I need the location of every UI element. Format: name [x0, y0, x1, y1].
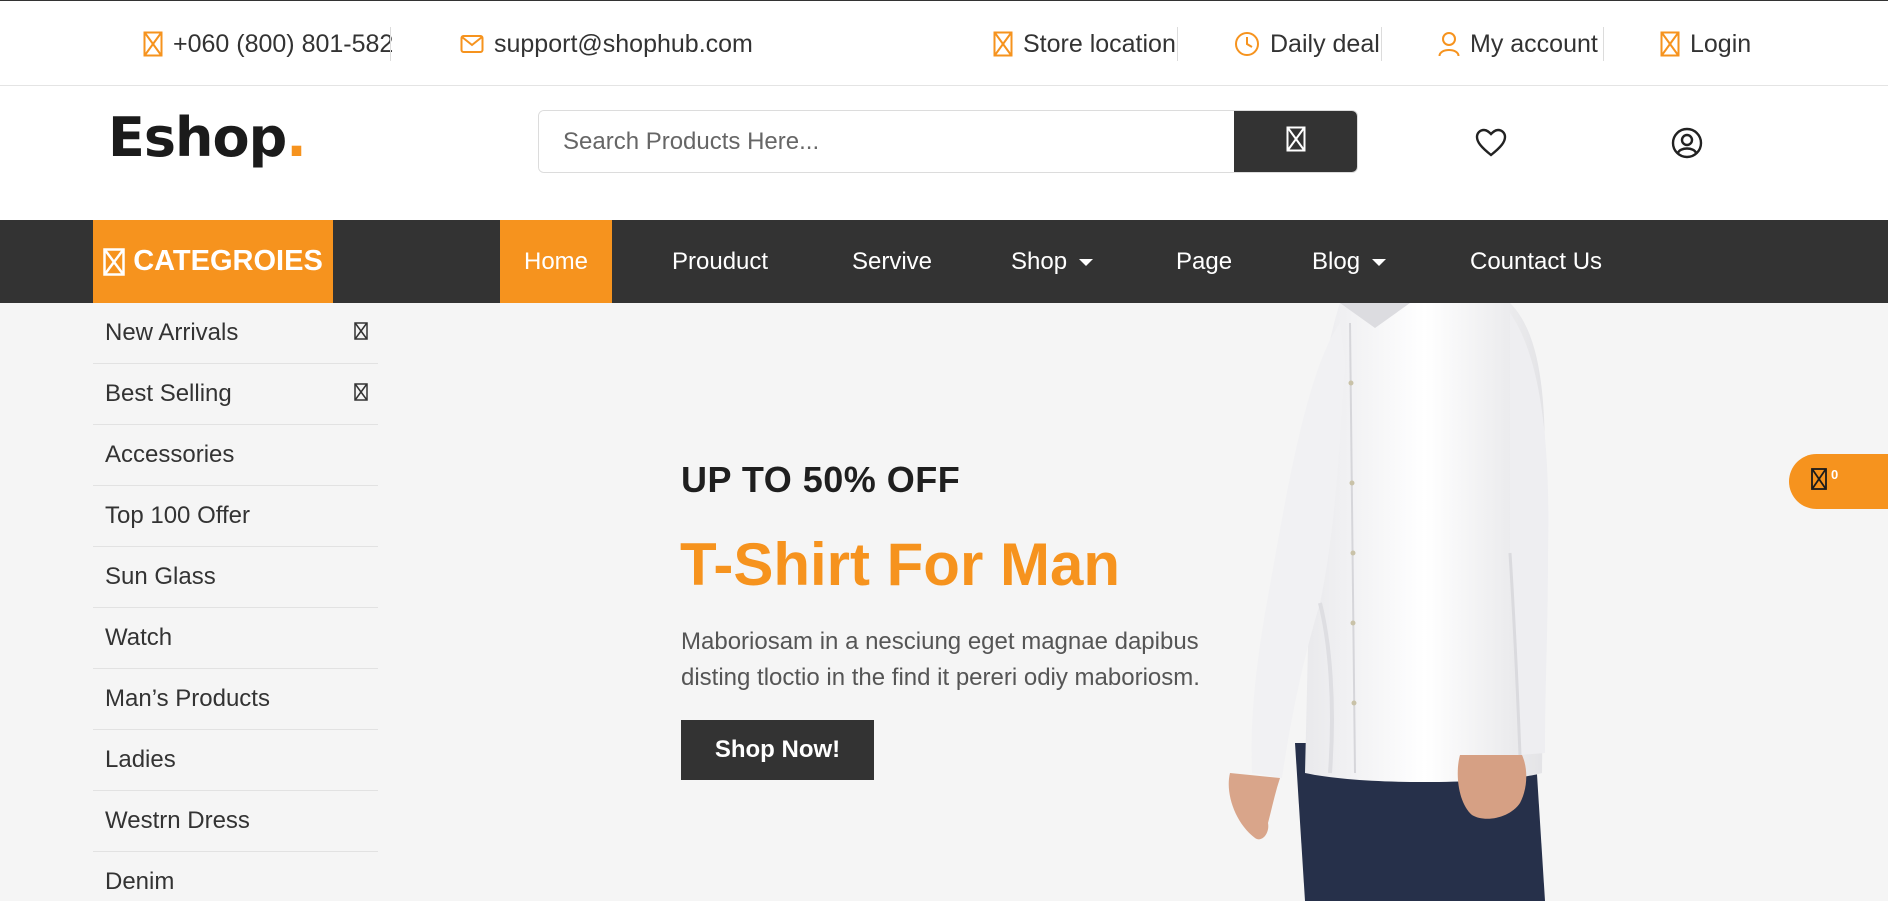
category-item-new-arrivals[interactable]: New Arrivals: [93, 303, 378, 364]
site-header: Eshop.: [0, 86, 1888, 220]
cart-icon: [1811, 468, 1827, 495]
category-label: Ladies: [105, 746, 176, 773]
categories-button[interactable]: CATEGROIES: [93, 220, 333, 303]
category-label: New Arrivals: [105, 319, 239, 346]
nav-home-label: Home: [523, 247, 589, 275]
category-menu: New Arrivals Best Selling Accessories To…: [93, 303, 378, 901]
category-item-denim[interactable]: Denim: [93, 852, 378, 901]
logo-text: Eshop: [108, 106, 287, 169]
envelope-icon: [460, 34, 484, 54]
search-icon: [1286, 126, 1306, 157]
daily-deal-link[interactable]: Daily deal: [1234, 1, 1380, 87]
hero-description: Maboriosam in a nesciung eget magnae dap…: [681, 628, 1200, 691]
email-address: support@shophub.com: [494, 29, 753, 58]
login-icon: [1660, 31, 1680, 57]
menu-icon: [103, 247, 125, 276]
category-label: Sun Glass: [105, 563, 216, 590]
nav-service-label: Servive: [852, 247, 933, 275]
login-link[interactable]: Login: [1660, 1, 1751, 87]
account-circle-icon[interactable]: [1670, 126, 1704, 160]
search-input[interactable]: [539, 111, 1234, 172]
nav-product-label: Prouduct: [672, 247, 769, 275]
category-label: Man’s Products: [105, 685, 270, 712]
nav-blog[interactable]: Blog: [1312, 220, 1387, 303]
phone-icon: [143, 31, 163, 57]
nav-contact-label: Countact Us: [1470, 247, 1603, 275]
divider: [390, 27, 391, 61]
floating-cart-button[interactable]: 0: [1789, 454, 1888, 509]
login-label: Login: [1690, 29, 1752, 58]
search-bar: [538, 110, 1358, 173]
daily-deal-label: Daily deal: [1270, 29, 1380, 58]
caret-down-icon: [1372, 259, 1387, 266]
phone-link[interactable]: +060 (800) 801-582: [143, 1, 393, 87]
category-item-mans-products[interactable]: Man’s Products: [93, 669, 378, 730]
top-bar: +060 (800) 801-582 support@shophub.com S…: [0, 0, 1888, 86]
my-account-link[interactable]: My account: [1438, 1, 1598, 87]
wishlist-heart-icon[interactable]: [1474, 126, 1508, 160]
nav-blog-label: Blog: [1312, 247, 1361, 275]
category-item-ladies[interactable]: Ladies: [93, 730, 378, 791]
nav-home[interactable]: Home: [500, 220, 612, 303]
category-label: Accessories: [105, 441, 235, 468]
my-account-label: My account: [1470, 29, 1598, 58]
main-nav: CATEGROIES Home Prouduct Servive Shop Pa…: [0, 220, 1888, 303]
category-item-top-100-offer[interactable]: Top 100 Offer: [93, 486, 378, 547]
hero-discount-text: UP TO 50% OFF: [681, 459, 961, 500]
shop-now-button[interactable]: Shop Now!: [681, 720, 874, 780]
category-item-sun-glass[interactable]: Sun Glass: [93, 547, 378, 608]
category-label: Denim: [105, 868, 175, 895]
caret-down-icon: [1079, 259, 1094, 266]
hero-model-image: [1210, 303, 1590, 901]
category-label: Best Selling: [105, 380, 232, 407]
category-item-accessories[interactable]: Accessories: [93, 425, 378, 486]
logo-dot: .: [286, 106, 306, 169]
nav-contact[interactable]: Countact Us: [1470, 220, 1602, 303]
logo[interactable]: Eshop.: [108, 106, 307, 169]
clock-icon: [1234, 31, 1260, 57]
divider: [1603, 27, 1604, 61]
hero-title: T-Shirt For Man: [680, 531, 1120, 598]
categories-label: CATEGROIES: [133, 245, 323, 277]
divider: [1177, 27, 1178, 61]
nav-shop[interactable]: Shop: [1011, 220, 1094, 303]
nav-product[interactable]: Prouduct: [672, 220, 768, 303]
nav-page[interactable]: Page: [1176, 220, 1232, 303]
map-pin-icon: [993, 31, 1013, 57]
category-item-best-selling[interactable]: Best Selling: [93, 364, 378, 425]
category-label: Westrn Dress: [105, 807, 250, 834]
store-location-link[interactable]: Store location: [993, 1, 1176, 87]
search-button[interactable]: [1234, 111, 1357, 172]
category-item-watch[interactable]: Watch: [93, 608, 378, 669]
phone-number: +060 (800) 801-582: [173, 29, 394, 58]
category-label: Watch: [105, 624, 173, 651]
user-icon: [1438, 31, 1460, 57]
nav-shop-label: Shop: [1011, 247, 1068, 275]
nav-page-label: Page: [1176, 247, 1233, 275]
category-item-western-dress[interactable]: Westrn Dress: [93, 791, 378, 852]
email-link[interactable]: support@shophub.com: [460, 1, 753, 87]
nav-service[interactable]: Servive: [852, 220, 932, 303]
category-label: Top 100 Offer: [105, 502, 250, 529]
chevron-right-icon: [354, 321, 368, 345]
chevron-right-icon: [354, 382, 368, 406]
cart-count-badge: 0: [1831, 467, 1839, 482]
divider: [1381, 27, 1382, 61]
store-location-label: Store location: [1023, 29, 1176, 58]
